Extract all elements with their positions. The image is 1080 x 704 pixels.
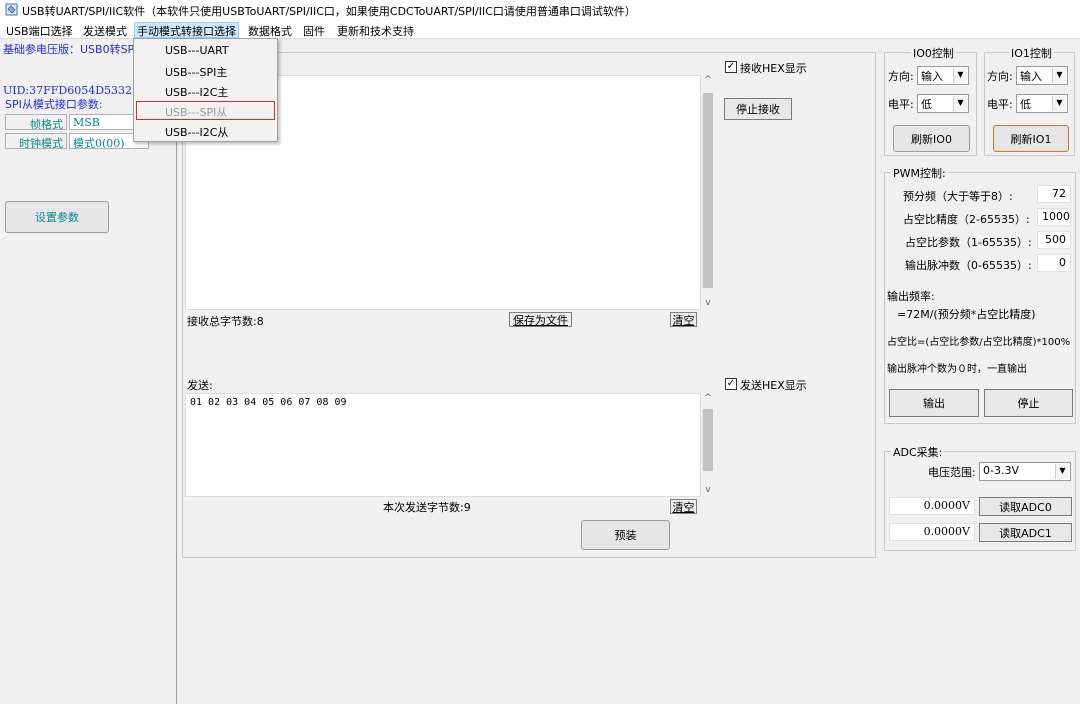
- scroll-thumb[interactable]: [703, 409, 713, 471]
- set-params-button[interactable]: 设置参数: [5, 201, 109, 233]
- read-adc0-button[interactable]: 读取ADC0: [979, 497, 1072, 516]
- freq-formula: =72M/(预分频*占空比精度): [897, 308, 1036, 321]
- io0-dir-select[interactable]: 输入 ▼: [917, 66, 969, 85]
- io1-title: IO1控制: [1009, 45, 1054, 61]
- frame-format-label: 帧格式: [5, 114, 67, 131]
- receive-hex-label: 接收HEX显示: [740, 62, 807, 75]
- title-bar: USB转UART/SPI/IIC软件（本软件只使用USBToUART/SPI/I…: [0, 0, 1080, 20]
- adc1-value: 0.0000V: [889, 523, 975, 541]
- pulse-count-input[interactable]: 0: [1037, 254, 1071, 272]
- menu-usb-port[interactable]: USB端口选择: [3, 22, 76, 38]
- menu-option-usb-uart[interactable]: USB---UART: [136, 41, 275, 60]
- receive-scrollbar[interactable]: ^ v: [701, 75, 715, 310]
- menu-manual-mode[interactable]: 手动模式转接口选择: [134, 22, 239, 38]
- preload-button[interactable]: 预装: [581, 520, 670, 550]
- spi-params-title: SPI从模式接口参数:: [5, 98, 103, 111]
- clock-mode-label: 时钟模式: [5, 133, 67, 150]
- duty-precision-label: 占空比精度（2-65535）:: [903, 213, 1030, 226]
- send-scrollbar[interactable]: ^ v: [701, 393, 715, 497]
- duty-param-label: 占空比参数（1-65535）:: [905, 236, 1032, 249]
- send-label: 发送:: [187, 379, 213, 392]
- adc-title: ADC采集:: [891, 444, 945, 460]
- save-file-button[interactable]: 保存为文件: [509, 312, 572, 327]
- pwm-output-button[interactable]: 输出: [889, 389, 979, 417]
- menu-option-usb-spi-master[interactable]: USB---SPI主: [136, 61, 275, 80]
- range-label: 电压范围:: [928, 466, 976, 479]
- voltage-info: 基础参电压版：USB0转SPI: [3, 43, 138, 56]
- app-icon: [5, 3, 18, 16]
- receive-hex-checkbox[interactable]: ✓: [725, 61, 737, 73]
- menu-update-support[interactable]: 更新和技术支持: [334, 22, 417, 38]
- menu-option-usb-spi-slave[interactable]: USB---SPI从: [136, 101, 275, 120]
- pulse-count-label: 输出脉冲数（0-65535）:: [905, 259, 1032, 272]
- menu-firmware[interactable]: 固件: [300, 22, 328, 38]
- receive-total-bytes: 接收总字节数:8: [187, 315, 264, 328]
- stop-receive-button[interactable]: 停止接收: [724, 98, 792, 120]
- pwm-title: PWM控制:: [891, 165, 948, 181]
- chevron-down-icon[interactable]: ▼: [1055, 464, 1069, 479]
- menu-option-usb-i2c-master[interactable]: USB---I2C主: [136, 81, 275, 100]
- menu-data-format[interactable]: 数据格式: [245, 22, 295, 38]
- adc0-value: 0.0000V: [889, 497, 975, 515]
- duty-formula: 占空比=(占空比参数/占空比精度)*100%: [887, 337, 1071, 348]
- scroll-up-icon[interactable]: ^: [701, 75, 715, 85]
- window-title: USB转UART/SPI/IIC软件（本软件只使用USBToUART/SPI/I…: [22, 5, 636, 18]
- manual-mode-dropdown: USB---UART USB---SPI主 USB---I2C主 USB---S…: [133, 38, 278, 142]
- scroll-thumb[interactable]: [703, 93, 713, 288]
- duty-precision-input[interactable]: 1000: [1037, 208, 1071, 226]
- menu-bar: USB端口选择 发送模式 手动模式转接口选择 数据格式 固件 更新和技术支持: [0, 20, 1080, 39]
- scroll-down-icon[interactable]: v: [701, 298, 715, 308]
- prescaler-label: 预分频（大于等于8）:: [903, 190, 1013, 203]
- refresh-io0-button[interactable]: 刷新IO0: [893, 125, 970, 152]
- io1-level-label: 电平:: [987, 98, 1013, 111]
- io1-level-select[interactable]: 低 ▼: [1016, 94, 1068, 113]
- pwm-stop-button[interactable]: 停止: [984, 389, 1073, 417]
- chevron-down-icon[interactable]: ▼: [953, 68, 967, 83]
- scroll-down-icon[interactable]: v: [701, 485, 715, 495]
- range-select[interactable]: 0-3.3V ▼: [979, 462, 1071, 481]
- io1-dir-label: 方向:: [987, 70, 1013, 83]
- scroll-up-icon[interactable]: ^: [701, 393, 715, 403]
- io0-level-select[interactable]: 低 ▼: [917, 94, 969, 113]
- send-textarea[interactable]: 01 02 03 04 05 06 07 08 09: [185, 393, 701, 497]
- duty-param-input[interactable]: 500: [1037, 231, 1071, 249]
- clear-send-button[interactable]: 清空: [670, 499, 697, 514]
- chevron-down-icon[interactable]: ▼: [1052, 96, 1066, 111]
- io1-dir-select[interactable]: 输入 ▼: [1016, 66, 1068, 85]
- io0-dir-label: 方向:: [888, 70, 914, 83]
- refresh-io1-button[interactable]: 刷新IO1: [993, 125, 1069, 152]
- prescaler-input[interactable]: 72: [1037, 185, 1071, 203]
- clear-receive-button[interactable]: 清空: [670, 312, 697, 327]
- send-hex-label: 发送HEX显示: [740, 379, 807, 392]
- menu-send-mode[interactable]: 发送模式: [80, 22, 130, 38]
- pulse-note: 输出脉冲个数为０时，一直输出: [887, 364, 1027, 375]
- sent-bytes-count: 本次发送字节数:9: [383, 501, 471, 514]
- send-hex-checkbox[interactable]: ✓: [725, 378, 737, 390]
- menu-option-usb-i2c-slave[interactable]: USB---I2C从: [136, 121, 275, 140]
- freq-title: 输出频率:: [887, 290, 935, 303]
- io0-level-label: 电平:: [888, 98, 914, 111]
- read-adc1-button[interactable]: 读取ADC1: [979, 523, 1072, 542]
- chevron-down-icon[interactable]: ▼: [1052, 68, 1066, 83]
- chevron-down-icon[interactable]: ▼: [953, 96, 967, 111]
- io0-title: IO0控制: [911, 45, 956, 61]
